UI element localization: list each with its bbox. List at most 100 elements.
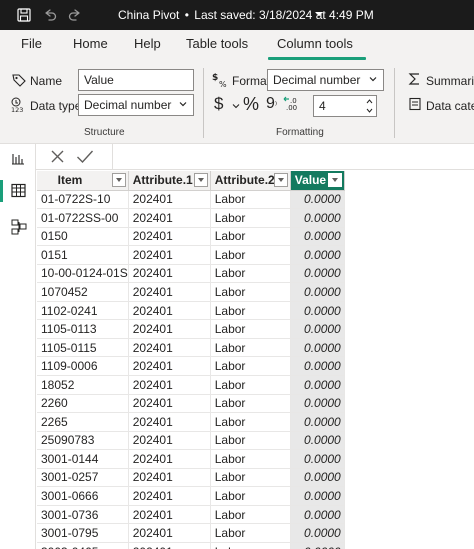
tab-help[interactable]: Help (134, 36, 161, 51)
cell-value[interactable]: 0.0000 (290, 523, 345, 543)
cell-value[interactable]: 0.0000 (290, 319, 345, 339)
cell-attribute-2[interactable]: Labor (210, 319, 291, 339)
column-header-attribute-1[interactable]: Attribute.1 (128, 171, 211, 191)
cell-value[interactable]: 0.0000 (290, 338, 345, 358)
cell-attribute-1[interactable]: 202401 (128, 190, 211, 210)
cell-value[interactable]: 0.0000 (290, 245, 345, 265)
cell-attribute-2[interactable]: Labor (210, 282, 291, 302)
data-type-select[interactable]: Decimal number (78, 94, 194, 116)
cell-attribute-2[interactable]: Labor (210, 394, 291, 414)
cell-attribute-1[interactable]: 202401 (128, 319, 211, 339)
model-view-button[interactable] (0, 212, 36, 242)
cell-attribute-1[interactable]: 202401 (128, 375, 211, 395)
cell-value[interactable]: 0.0000 (290, 505, 345, 525)
tab-file[interactable]: File (21, 36, 42, 51)
cell-attribute-2[interactable]: Labor (210, 412, 291, 432)
cell-attribute-1[interactable]: 202401 (128, 264, 211, 284)
cell-item[interactable]: 3001-0144 (37, 449, 129, 469)
cell-attribute-2[interactable]: Labor (210, 245, 291, 265)
cell-item[interactable]: 18052 (37, 375, 129, 395)
column-header-value[interactable]: Value (290, 171, 345, 191)
cell-item[interactable]: 1102-0241 (37, 301, 129, 321)
cell-value[interactable]: 0.0000 (290, 394, 345, 414)
cell-item[interactable]: 2260 (37, 394, 129, 414)
report-view-button[interactable] (0, 144, 36, 174)
cell-value[interactable]: 0.0000 (290, 412, 345, 432)
cell-item[interactable]: 01-0722SS-00 (37, 208, 129, 228)
tab-table-tools[interactable]: Table tools (186, 36, 248, 51)
cell-item[interactable]: 3001-0666 (37, 486, 129, 506)
cell-attribute-1[interactable]: 202401 (128, 338, 211, 358)
column-header-attribute-2[interactable]: Attribute.2 (210, 171, 291, 191)
spinner-icon[interactable] (366, 98, 373, 114)
cell-item[interactable]: 3001-0257 (37, 468, 129, 488)
checkmark-icon[interactable] (76, 149, 94, 164)
filter-dropdown-icon[interactable] (327, 173, 342, 187)
percent-button[interactable]: % (243, 94, 259, 115)
cell-value[interactable]: 0.0000 (290, 282, 345, 302)
tab-column-tools[interactable]: Column tools (277, 36, 353, 51)
format-select[interactable]: Decimal number (267, 69, 384, 91)
cell-attribute-2[interactable]: Labor (210, 338, 291, 358)
cell-item[interactable]: 2265 (37, 412, 129, 432)
cell-item[interactable]: 0151 (37, 245, 129, 265)
column-header-item[interactable]: Item (37, 171, 129, 191)
cell-attribute-2[interactable]: Labor (210, 264, 291, 284)
save-icon[interactable] (16, 7, 32, 23)
data-category-label[interactable]: Data categ (426, 99, 474, 113)
currency-button[interactable]: $ (214, 94, 223, 114)
cell-attribute-2[interactable]: Labor (210, 542, 291, 549)
cell-item[interactable]: 1105-0113 (37, 319, 129, 339)
cell-item[interactable]: 1109-0006 (37, 356, 129, 376)
cell-item[interactable]: 1105-0115 (37, 338, 129, 358)
table-view-button[interactable] (0, 176, 36, 206)
cell-item[interactable]: 3001-0795 (37, 523, 129, 543)
cell-attribute-2[interactable]: Labor (210, 301, 291, 321)
cell-attribute-1[interactable]: 202401 (128, 486, 211, 506)
cell-attribute-1[interactable]: 202401 (128, 301, 211, 321)
cell-value[interactable]: 0.0000 (290, 208, 345, 228)
cell-attribute-2[interactable]: Labor (210, 431, 291, 451)
cell-attribute-2[interactable]: Labor (210, 190, 291, 210)
cell-attribute-1[interactable]: 202401 (128, 245, 211, 265)
caret-down-icon[interactable] (314, 9, 324, 19)
cell-attribute-2[interactable]: Labor (210, 486, 291, 506)
redo-icon[interactable] (67, 7, 83, 23)
filter-dropdown-icon[interactable] (193, 173, 208, 187)
cell-item[interactable]: 0150 (37, 227, 129, 247)
cell-value[interactable]: 0.0000 (290, 301, 345, 321)
cell-value[interactable]: 0.0000 (290, 356, 345, 376)
cell-attribute-2[interactable]: Labor (210, 505, 291, 525)
undo-icon[interactable] (42, 7, 58, 23)
comma-style-button[interactable]: 9⁾ (266, 95, 277, 113)
decimal-places-input[interactable]: 4 (313, 95, 377, 117)
cell-attribute-2[interactable]: Labor (210, 523, 291, 543)
cell-item[interactable]: 25090783 (37, 431, 129, 451)
name-input[interactable]: Value (78, 69, 194, 91)
cell-attribute-1[interactable]: 202401 (128, 208, 211, 228)
decrease-decimal-icon[interactable]: .0 .00 (283, 95, 301, 111)
cell-attribute-1[interactable]: 202401 (128, 523, 211, 543)
cell-item[interactable]: 10-00-0124-01S (37, 264, 129, 284)
cell-item[interactable]: 3003-0465 (37, 542, 129, 549)
cell-attribute-2[interactable]: Labor (210, 468, 291, 488)
cell-attribute-2[interactable]: Labor (210, 356, 291, 376)
cell-attribute-1[interactable]: 202401 (128, 227, 211, 247)
cell-value[interactable]: 0.0000 (290, 486, 345, 506)
cell-value[interactable]: 0.0000 (290, 227, 345, 247)
cell-value[interactable]: 0.0000 (290, 264, 345, 284)
cell-item[interactable]: 01-0722S-10 (37, 190, 129, 210)
cell-attribute-2[interactable]: Labor (210, 227, 291, 247)
cell-value[interactable]: 0.0000 (290, 449, 345, 469)
cell-attribute-1[interactable]: 202401 (128, 505, 211, 525)
cell-attribute-1[interactable]: 202401 (128, 468, 211, 488)
cell-attribute-1[interactable]: 202401 (128, 282, 211, 302)
cell-value[interactable]: 0.0000 (290, 190, 345, 210)
close-icon[interactable] (50, 149, 65, 164)
cell-attribute-1[interactable]: 202401 (128, 542, 211, 549)
cell-attribute-2[interactable]: Labor (210, 449, 291, 469)
tab-home[interactable]: Home (73, 36, 108, 51)
cell-attribute-2[interactable]: Labor (210, 208, 291, 228)
filter-dropdown-icon[interactable] (111, 173, 126, 187)
cell-attribute-1[interactable]: 202401 (128, 412, 211, 432)
